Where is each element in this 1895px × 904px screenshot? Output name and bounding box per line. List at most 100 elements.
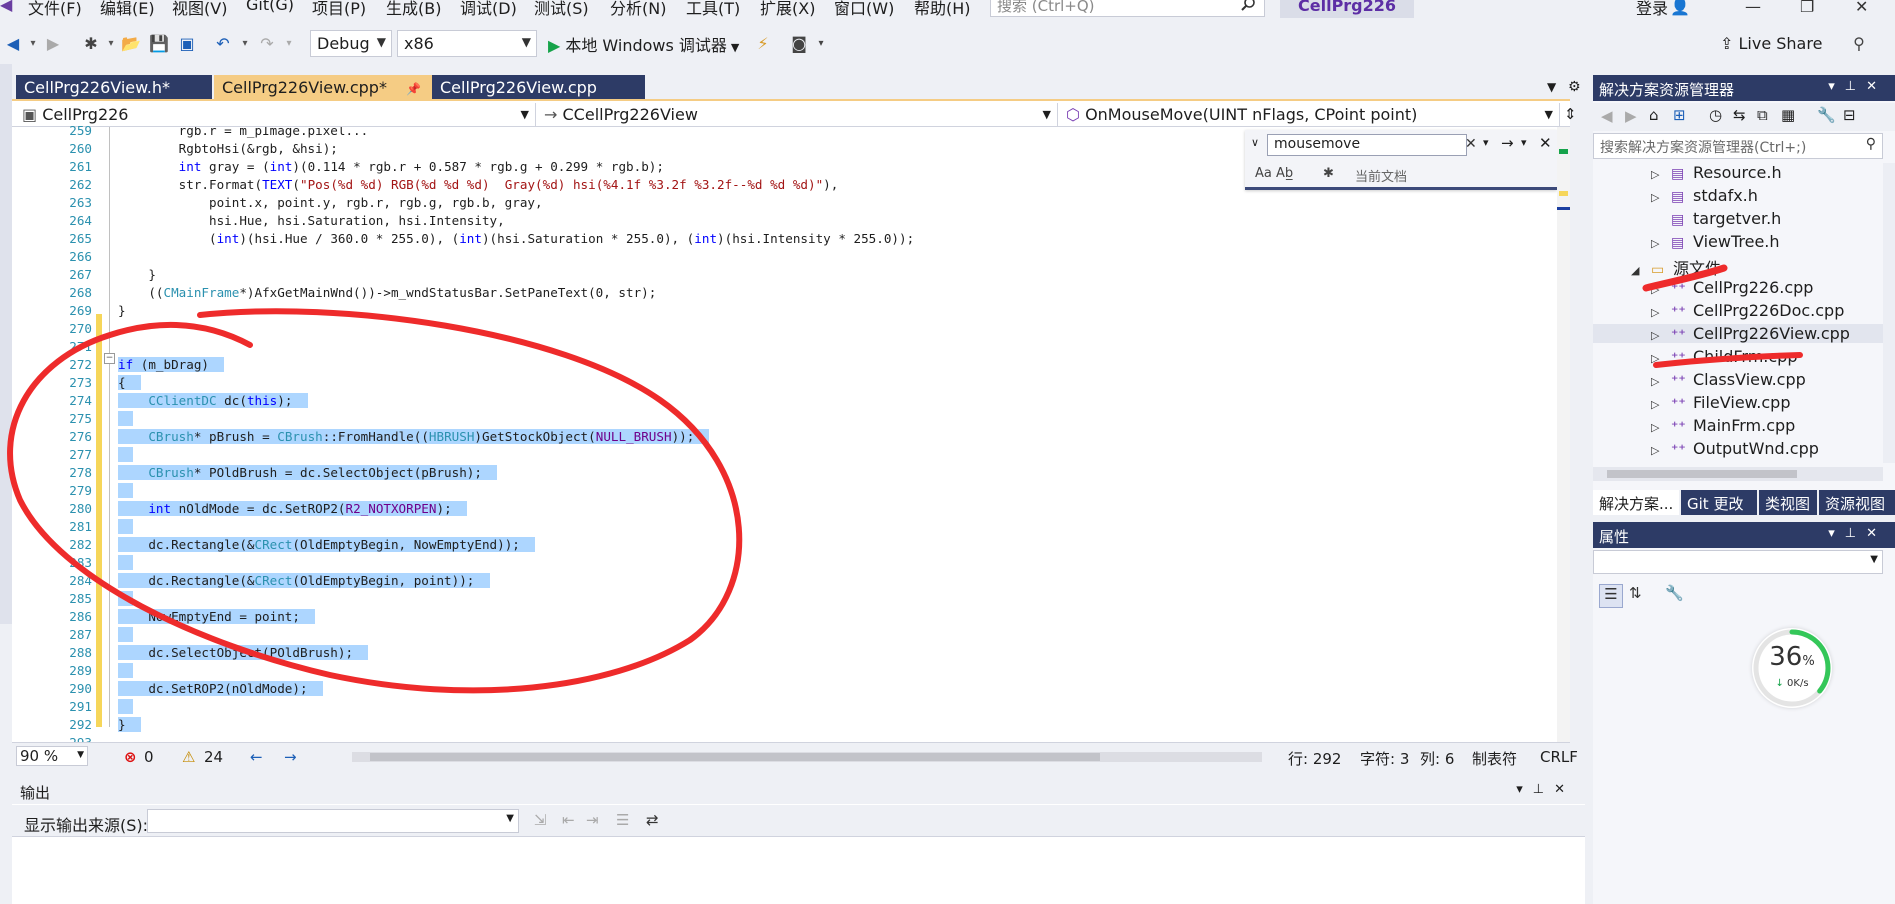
code-line[interactable] [118,447,134,465]
new-dropdown-icon[interactable]: ▾ [100,32,122,54]
class-scope-select[interactable]: → CCellPrg226View ▼ [538,103,1058,127]
panel-controls[interactable]: ▾⊥✕ [1516,782,1575,797]
global-search-box[interactable]: 搜索 (Ctrl+Q) [990,0,1265,17]
find-message-icon[interactable]: ⇲ [534,811,547,829]
solution-tree-item[interactable]: ▷ ▤ Resource.h [1651,163,1782,182]
undo-dropdown-icon[interactable]: ▾ [234,32,256,54]
code-line[interactable]: dc.Rectangle(&CRect(OldEmptyBegin, NowEm… [118,537,536,555]
find-options[interactable]: Aa Ab̲ [1255,166,1293,181]
live-share-button[interactable]: ⇪ Live Share [1720,34,1822,53]
properties-object-select[interactable]: ▼ [1593,550,1883,574]
code-line[interactable] [118,663,134,681]
tabs-indicator[interactable]: 制表符 [1472,748,1517,769]
code-line[interactable]: CBrush* POldBrush = dc.SelectObject(pBru… [118,465,498,483]
history-icon[interactable]: ◷ [1709,106,1722,124]
find-options-icon[interactable]: ▾ [1521,136,1527,149]
expand-icon[interactable]: ▷ [1651,398,1671,411]
diagnostics-icon[interactable]: ◙ [788,32,810,54]
minimize-icon[interactable]: — [1745,0,1761,16]
forward-icon[interactable]: ▶ [1625,107,1637,125]
tab-class-view[interactable]: 类视图 [1759,490,1817,515]
code-line[interactable]: { [118,375,141,393]
code-editor[interactable]: rgb.r = m_pImage.pixel... RgbtoHsi(&rgb,… [118,127,1558,742]
code-line[interactable]: ((CMainFrame*)AfxGetMainWnd())->m_wndSta… [118,285,656,303]
solution-tree-item[interactable]: ▷ ⁺⁺ CellPrg226View.cpp [1593,324,1883,343]
solution-vertical-scrollbar[interactable] [1883,163,1895,463]
code-line[interactable]: CBrush* pBrush = CBrush::FromHandle((HBR… [118,429,710,447]
menu-tools[interactable]: 工具(T) [686,0,740,19]
show-all-files-icon[interactable]: ▦ [1781,106,1795,124]
code-line[interactable] [118,555,134,573]
warning-count[interactable]: 24 [204,748,223,766]
config-select[interactable]: Debug ▼ [310,30,392,57]
menu-window[interactable]: 窗口(W) [834,0,894,19]
next-issue-icon[interactable]: → [284,748,297,766]
menu-extensions[interactable]: 扩展(X) [760,0,815,19]
code-line[interactable]: hsi.Hue, hsi.Saturation, hsi.Intensity, [118,213,505,231]
menu-view[interactable]: 视图(V) [172,0,227,19]
feedback-icon[interactable]: ⚲ [1848,32,1870,54]
back-icon[interactable]: ◀ [1601,107,1613,125]
save-all-icon[interactable]: ▣ [176,32,198,54]
solution-tree-item[interactable]: ▷ ⁺⁺ FileView.cpp [1651,393,1790,412]
prev-issue-icon[interactable]: ← [250,748,263,766]
expand-icon[interactable]: ▷ [1651,375,1671,388]
warning-icon[interactable]: ⚠ [182,748,195,766]
expand-replace-icon[interactable]: ∨ [1251,136,1259,149]
code-line[interactable]: point.x, point.y, rgb.r, rgb.g, rgb.b, g… [118,195,543,213]
tab-resource-view[interactable]: 资源视图 [1819,490,1895,515]
close-icon[interactable]: ✕ [1539,134,1552,152]
solution-tree-item[interactable]: ▷ ⁺⁺ CellPrg226.cpp [1651,278,1813,297]
code-line[interactable]: } [118,303,126,321]
browser-link-icon[interactable]: ⚡ [752,32,774,54]
eol-indicator[interactable]: CRLF [1540,748,1578,766]
alphabetical-icon[interactable]: ⇅ [1629,584,1642,602]
save-icon[interactable]: 💾 [148,32,170,54]
menu-test[interactable]: 测试(S) [534,0,589,19]
tab-git-changes[interactable]: Git 更改 [1681,490,1757,515]
expand-icon[interactable]: ▷ [1651,421,1671,434]
code-line[interactable]: RgbtoHsi(&rgb, &hsi); [118,141,338,159]
expand-icon[interactable]: ▷ [1651,306,1671,319]
code-line[interactable]: str.Format(TEXT("Pos(%d %d) RGB(%d %d %d… [118,177,839,195]
editor-vertical-scrollbar[interactable] [1557,127,1570,742]
code-line[interactable] [118,699,134,717]
expand-icon[interactable]: ▷ [1651,329,1671,342]
code-line[interactable]: dc.Rectangle(&CRect(OldEmptyBegin, point… [118,573,490,591]
error-count[interactable]: 0 [144,748,154,766]
expand-icon[interactable]: ▷ [1651,352,1671,365]
editor-horizontal-scrollbar[interactable] [352,752,1262,762]
sync-icon[interactable]: ⇆ [1733,106,1746,124]
expand-icon[interactable]: ▷ [1651,237,1671,250]
switch-views-icon[interactable]: ⊞ [1673,106,1686,124]
tab-solution-explorer[interactable]: 解决方案... [1593,490,1679,515]
code-line[interactable] [118,627,134,645]
solution-tree-item[interactable]: ▷ ⁺⁺ ChildFrm.cpp [1651,347,1797,366]
code-line[interactable]: int nOldMode = dc.SetROP2(R2_NOTXORPEN); [118,501,467,519]
solution-horizontal-scrollbar[interactable] [1593,467,1883,481]
new-project-icon[interactable]: ✱ [80,32,102,54]
categorized-icon[interactable]: ☰ [1599,584,1623,608]
code-line[interactable]: } [118,267,156,285]
panel-controls[interactable]: ▾⊥✕ [1828,526,1887,541]
tab-list-dropdown-icon[interactable]: ▼ [1547,80,1556,94]
line-indicator[interactable]: 行: 292 [1288,748,1341,769]
menu-build[interactable]: 生成(B) [386,0,441,19]
solution-tree-item[interactable]: ▷ ⁺⁺ MainFrm.cpp [1651,416,1795,435]
panel-controls[interactable]: ▾⊥✕ [1828,79,1887,94]
solution-tree-item[interactable]: ▷ ▤ ViewTree.h [1651,232,1780,251]
code-line[interactable]: dc.SetROP2(nOldMode); [118,681,323,699]
account-icon[interactable]: 👤 [1670,0,1690,16]
code-line[interactable]: dc.SelectObject(POldBrush); [118,645,369,663]
solution-tree-item[interactable]: ◢ ▭ 源文件 [1631,255,1721,279]
tab-cellprg226view-h[interactable]: CellPrg226View.h* [16,75,212,99]
zoom-select[interactable]: 90 % ▼ [16,746,88,766]
code-line[interactable]: NowEmptyEnd = point; [118,609,316,627]
menu-git[interactable]: Git(G) [246,0,294,14]
forward-icon[interactable]: ▶ [42,32,64,54]
expand-icon[interactable]: ▷ [1651,444,1671,457]
menu-edit[interactable]: 编辑(E) [100,0,155,19]
menu-file[interactable]: 文件(F) [28,0,82,19]
menu-analyze[interactable]: 分析(N) [610,0,666,19]
collapse-all-icon[interactable]: ⧉ [1757,106,1768,124]
